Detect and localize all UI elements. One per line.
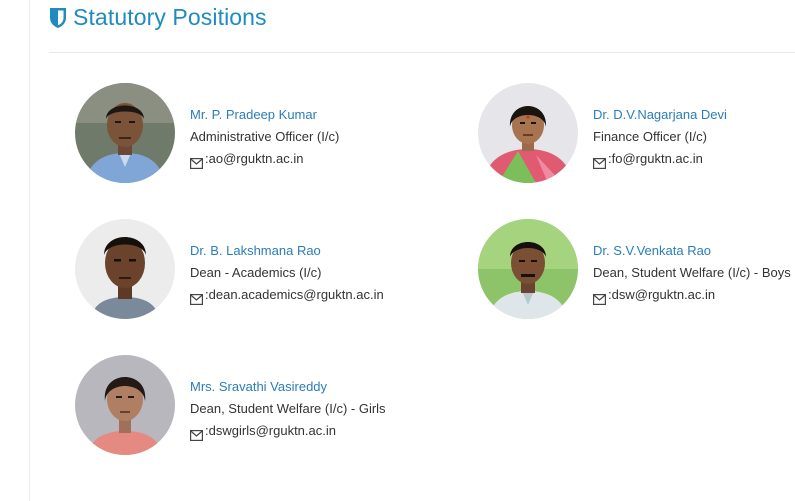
- portrait-photo: [75, 219, 175, 319]
- person-card: Dr. B. Lakshmana Rao Dean - Academics (I…: [75, 219, 384, 319]
- envelope-icon: [593, 154, 607, 169]
- person-name[interactable]: Mr. P. Pradeep Kumar: [190, 104, 339, 126]
- person-role: Dean - Academics (I/c): [190, 265, 322, 280]
- shield-icon: [49, 7, 67, 29]
- person-name[interactable]: Dr. B. Lakshmana Rao: [190, 240, 384, 262]
- person-email-row: : dswgirls@rguktn.ac.in: [190, 420, 386, 442]
- email-address[interactable]: dswgirls@rguktn.ac.in: [209, 420, 336, 442]
- section-title: Statutory Positions: [73, 4, 267, 30]
- person-role: Finance Officer (I/c): [593, 129, 707, 144]
- person-email-row: : fo@rguktn.ac.in: [593, 148, 727, 170]
- person-card: Mrs. Sravathi Vasireddy Dean, Student We…: [75, 355, 386, 455]
- email-address[interactable]: dean.academics@rguktn.ac.in: [209, 284, 384, 306]
- section-heading: Statutory Positions: [49, 4, 267, 31]
- person-name[interactable]: Mrs. Sravathi Vasireddy: [190, 376, 386, 398]
- portrait-photo: [75, 355, 175, 455]
- heading-divider: [49, 52, 795, 53]
- envelope-icon: [593, 290, 607, 305]
- person-role: Administrative Officer (I/c): [190, 129, 340, 144]
- person-name[interactable]: Dr. S.V.Venkata Rao: [593, 240, 791, 262]
- person-email-row: : dean.academics@rguktn.ac.in: [190, 284, 384, 306]
- person-card: Dr. S.V.Venkata Rao Dean, Student Welfar…: [478, 219, 791, 319]
- person-email-row: : dsw@rguktn.ac.in: [593, 284, 791, 306]
- envelope-icon: [190, 290, 204, 305]
- person-card: Mr. P. Pradeep Kumar Administrative Offi…: [75, 83, 339, 183]
- envelope-icon: [190, 154, 204, 169]
- person-email-row: : ao@rguktn.ac.in: [190, 148, 339, 170]
- left-divider: [29, 0, 30, 501]
- person-role: Dean, Student Welfare (I/c) - Girls: [190, 401, 386, 416]
- statutory-positions-section: Statutory Positions Mr. P. Pradeep Kumar…: [0, 0, 795, 501]
- email-address[interactable]: fo@rguktn.ac.in: [612, 148, 703, 170]
- person-role: Dean, Student Welfare (I/c) - Boys: [593, 265, 791, 280]
- person-name[interactable]: Dr. D.V.Nagarjana Devi: [593, 104, 727, 126]
- email-address[interactable]: ao@rguktn.ac.in: [209, 148, 304, 170]
- person-card: Dr. D.V.Nagarjana Devi Finance Officer (…: [478, 83, 727, 183]
- envelope-icon: [190, 426, 204, 441]
- portrait-photo: [478, 83, 578, 183]
- portrait-photo: [478, 219, 578, 319]
- portrait-photo: [75, 83, 175, 183]
- email-address[interactable]: dsw@rguktn.ac.in: [612, 284, 716, 306]
